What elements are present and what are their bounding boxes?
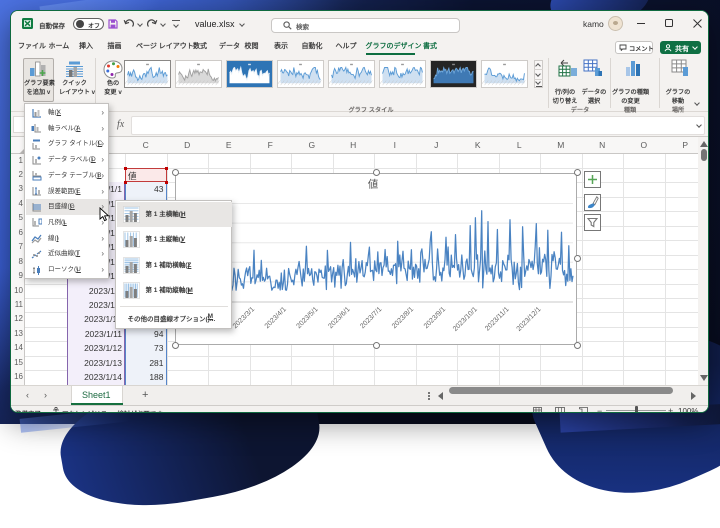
svg-text:2023/6/1: 2023/6/1: [327, 305, 351, 329]
svg-text:2023/3/1: 2023/3/1: [232, 305, 256, 329]
svg-text:2023/7/1: 2023/7/1: [359, 305, 383, 329]
svg-text:2023/12/1: 2023/12/1: [516, 305, 543, 332]
svg-text:2023/8/1: 2023/8/1: [391, 305, 415, 329]
svg-text:2023/10/1: 2023/10/1: [452, 305, 479, 332]
svg-text:2023/11/1: 2023/11/1: [484, 305, 511, 332]
svg-text:2023/9/1: 2023/9/1: [423, 305, 447, 329]
svg-text:2023/5/1: 2023/5/1: [295, 305, 319, 329]
svg-text:値: 値: [368, 177, 379, 190]
svg-text:2023/4/1: 2023/4/1: [264, 305, 288, 329]
